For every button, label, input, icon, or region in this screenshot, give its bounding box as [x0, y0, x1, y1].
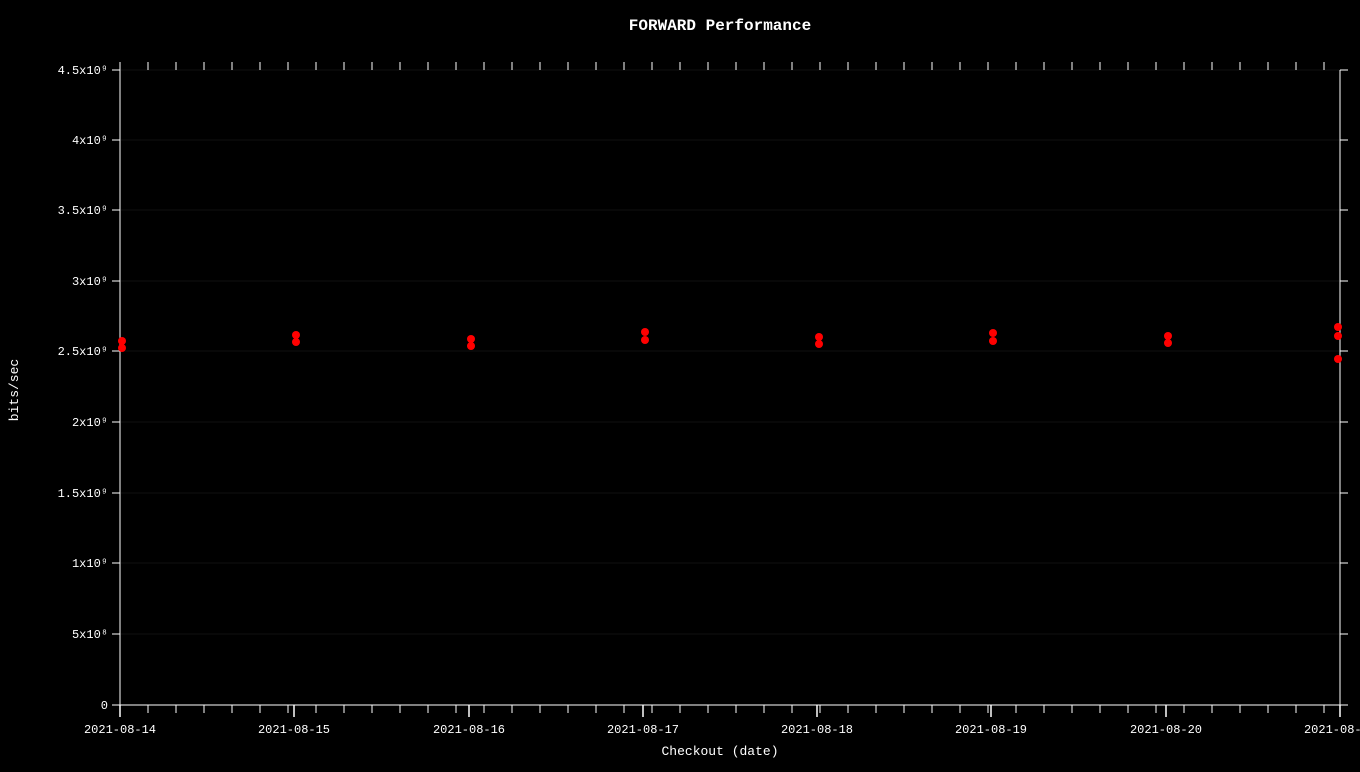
data-point: [641, 328, 649, 336]
data-point: [1334, 355, 1342, 363]
x-tick-label: 2021-08-20: [1130, 723, 1202, 737]
data-point: [989, 329, 997, 337]
x-tick-label: 2021-08-14: [84, 723, 156, 737]
y-tick-label: 2x10⁹: [72, 416, 108, 430]
y-tick-label: 0: [101, 699, 108, 713]
x-axis-label: Checkout (date): [661, 744, 778, 759]
chart-title: FORWARD Performance: [629, 17, 811, 35]
data-point: [467, 342, 475, 350]
y-tick-label: 3.5x10⁹: [58, 204, 108, 218]
data-point: [118, 337, 126, 345]
data-point: [118, 344, 126, 352]
data-point: [641, 336, 649, 344]
data-point: [1164, 332, 1172, 340]
y-tick-label: 4.5x10⁹: [58, 64, 108, 78]
data-point: [1164, 339, 1172, 347]
y-tick-label: 2.5x10⁹: [58, 345, 108, 359]
performance-chart: FORWARD Performance bits/sec Checkout (d…: [0, 0, 1360, 768]
x-tick-label: 2021-08-15: [258, 723, 330, 737]
y-tick-label: 1x10⁹: [72, 557, 108, 571]
x-tick-label: 2021-08-17: [607, 723, 679, 737]
data-point: [1334, 323, 1342, 331]
y-tick-label: 1.5x10⁹: [58, 487, 108, 501]
y-tick-label: 4x10⁹: [72, 134, 108, 148]
x-tick-label: 2021-08-18: [781, 723, 853, 737]
x-tick-label: 2021-08-16: [433, 723, 505, 737]
data-point: [292, 331, 300, 339]
data-point: [467, 335, 475, 343]
chart-container: FORWARD Performance bits/sec Checkout (d…: [0, 0, 1360, 768]
y-tick-label: 3x10⁹: [72, 275, 108, 289]
data-point: [989, 337, 997, 345]
y-axis-label: bits/sec: [7, 359, 22, 421]
x-tick-label: 2021-08-21: [1304, 723, 1360, 737]
data-point: [292, 338, 300, 346]
data-point: [815, 340, 823, 348]
data-point: [815, 333, 823, 341]
data-point: [1334, 332, 1342, 340]
x-tick-label: 2021-08-19: [955, 723, 1027, 737]
y-tick-label: 5x10⁸: [72, 628, 108, 642]
